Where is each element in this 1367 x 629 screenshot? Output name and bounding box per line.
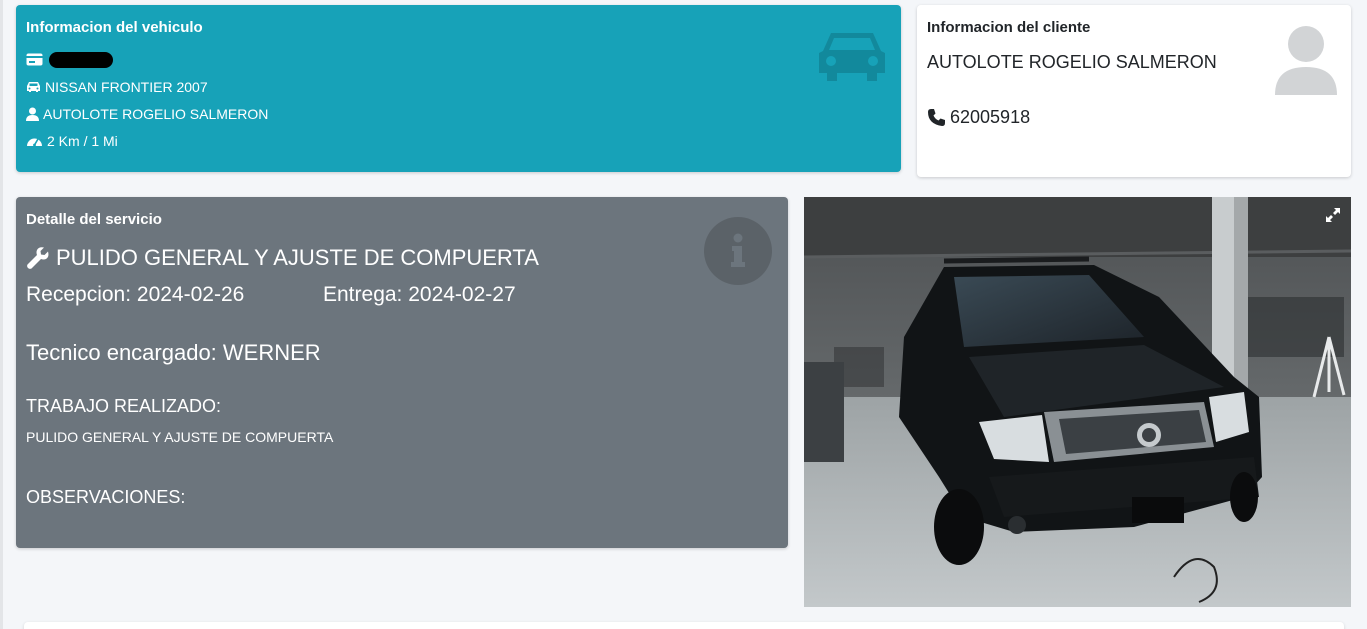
page-left-edge	[0, 0, 3, 629]
car-watermark-icon	[819, 33, 885, 81]
id-card-icon	[26, 53, 43, 66]
info-watermark-icon	[704, 217, 772, 285]
vehicle-photo[interactable]	[804, 197, 1351, 607]
vehicle-owner-line: AUTOLOTE ROGELIO SALMERON	[26, 100, 891, 127]
service-card-title: Detalle del servicio	[26, 211, 162, 228]
client-phone-line: 62005918	[927, 107, 1341, 128]
service-name: PULIDO GENERAL Y AJUSTE DE COMPUERTA	[56, 245, 539, 270]
redacted-plate	[49, 51, 113, 68]
vehicle-owner: AUTOLOTE ROGELIO SALMERON	[43, 105, 269, 122]
vehicle-model: NISSAN FRONTIER 2007	[45, 78, 208, 95]
vehicle-model-line: NISSAN FRONTIER 2007	[26, 73, 891, 100]
vehicle-photo-image	[804, 197, 1351, 607]
user-icon	[26, 107, 39, 121]
service-name-line: PULIDO GENERAL Y AJUSTE DE COMPUERTA	[26, 242, 778, 274]
vehicle-info-card: Informacion del vehiculo NISSAN FRONTIER…	[16, 5, 901, 172]
service-detail-card: Detalle del servicio PULIDO GENERAL Y AJ…	[16, 197, 788, 548]
work-done-text: PULIDO GENERAL Y AJUSTE DE COMPUERTA	[26, 429, 334, 445]
technician: Tecnico encargado: WERNER	[26, 340, 321, 365]
reception-date: Recepcion: 2024-02-26	[26, 283, 245, 306]
car-icon	[27, 81, 40, 92]
client-phone: 62005918	[950, 107, 1031, 127]
observations-label: OBSERVACIONES:	[26, 487, 186, 507]
user-avatar-icon	[1275, 26, 1337, 95]
next-card-edge	[24, 622, 1344, 629]
phone-icon	[928, 109, 945, 126]
vehicle-mileage-line: 2 Km / 1 Mi	[26, 127, 891, 154]
tachometer-icon	[27, 138, 42, 147]
delivery-date: Entrega: 2024-02-27	[323, 283, 516, 306]
client-info-card: Informacion del cliente AUTOLOTE ROGELIO…	[917, 5, 1351, 177]
vehicle-plate-line	[26, 46, 891, 73]
wrench-icon	[27, 247, 49, 269]
service-dates: Recepcion: 2024-02-26 Entrega: 2024-02-2…	[26, 280, 778, 310]
expand-icon[interactable]	[1325, 207, 1341, 223]
vehicle-card-title: Informacion del vehiculo	[26, 19, 203, 36]
work-done-label: TRABAJO REALIZADO:	[26, 396, 222, 416]
vehicle-mileage: 2 Km / 1 Mi	[47, 132, 118, 149]
